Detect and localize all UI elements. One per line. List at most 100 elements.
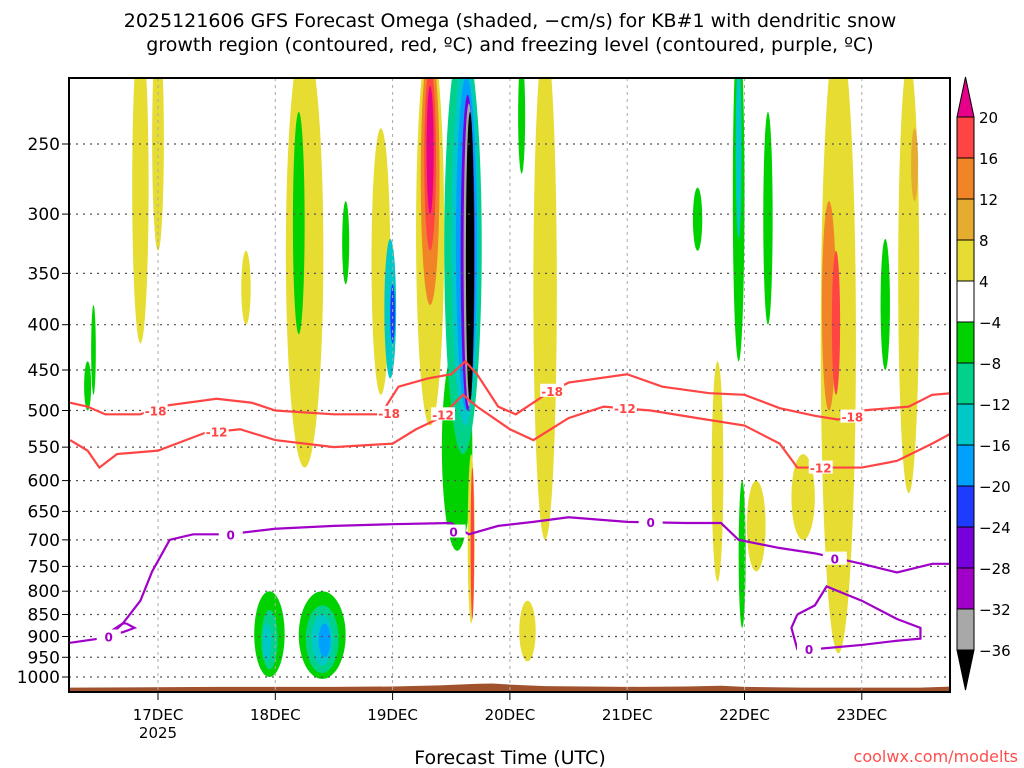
contour-label: 0 xyxy=(227,528,235,542)
omega-region xyxy=(152,78,164,251)
contour-label: -12 xyxy=(614,402,636,416)
contour-label: -12 xyxy=(206,425,228,439)
x-tick-label: 19DEC xyxy=(367,706,418,724)
y-tick-label: 850 xyxy=(28,606,60,626)
omega-region xyxy=(426,86,434,215)
x-tick-sublabel: 2025 xyxy=(139,724,177,742)
y-tick-label: 650 xyxy=(28,502,60,522)
contour-label: 0 xyxy=(105,630,113,644)
colorbar-label: 20 xyxy=(979,109,998,127)
omega-region xyxy=(763,111,773,325)
y-tick-label: 400 xyxy=(28,316,60,336)
omega-region xyxy=(84,361,92,411)
omega-region xyxy=(470,467,475,620)
contour-label: -12 xyxy=(810,462,832,476)
y-tick-label: 750 xyxy=(28,557,60,577)
omega-region xyxy=(880,238,890,370)
contour-label: 0 xyxy=(646,516,654,530)
contour-line xyxy=(69,393,950,470)
y-tick-label: 800 xyxy=(28,582,60,602)
y-tick-label: 950 xyxy=(28,648,60,668)
contour-line xyxy=(790,584,922,651)
colorbar-label: −36 xyxy=(979,642,1011,660)
omega-region xyxy=(898,78,920,494)
colorbar-label: −8 xyxy=(979,355,1001,373)
colorbar-box xyxy=(956,608,975,651)
omega-region xyxy=(692,187,703,251)
chart-title-line-2: growth region (contoured, red, ºC) and f… xyxy=(146,34,873,56)
omega-cross-section-chart: 2025121606 GFS Forecast Omega (shaded, −… xyxy=(17,10,1018,768)
colorbar-box xyxy=(956,403,975,446)
colorbar-box xyxy=(956,485,975,528)
x-tick-label: 17DEC xyxy=(133,706,184,724)
colorbar-label: 4 xyxy=(979,273,989,291)
colorbar-box xyxy=(956,444,975,487)
x-axis-label: Forecast Time (UTC) xyxy=(414,747,605,768)
omega-region xyxy=(390,284,395,344)
omega-region xyxy=(285,78,324,468)
y-tick-label: 550 xyxy=(28,438,60,458)
colorbar-label: −4 xyxy=(979,314,1001,332)
colorbar-box xyxy=(956,239,975,282)
contour-label: 0 xyxy=(449,526,457,540)
x-tick-label: 18DEC xyxy=(250,706,301,724)
colorbar-box xyxy=(956,157,975,200)
x-tick-label: 21DEC xyxy=(602,706,653,724)
y-tick-label: 300 xyxy=(28,205,60,225)
colorbar-label: −20 xyxy=(979,478,1011,496)
x-tick-label: 20DEC xyxy=(485,706,536,724)
omega-region xyxy=(831,250,841,395)
colorbar-label: 16 xyxy=(979,150,998,168)
y-tick-label: 350 xyxy=(28,264,60,284)
colorbar-box xyxy=(956,321,975,364)
colorbar-box xyxy=(956,362,975,405)
y-tick-label: 1000 xyxy=(17,668,60,688)
omega-region xyxy=(533,78,557,540)
colorbar-under-triangle xyxy=(956,649,975,691)
colorbar-over-triangle xyxy=(956,76,975,118)
contour-label: -12 xyxy=(432,408,454,422)
y-tick-label: 450 xyxy=(28,361,60,381)
colorbar-label: −24 xyxy=(979,519,1011,537)
omega-region xyxy=(518,78,526,174)
omega-region xyxy=(735,78,742,239)
credit-link[interactable]: coolwx.com/modelts xyxy=(854,747,1018,766)
x-axis-ticks: 17DEC2025 18DEC 19DEC 20DEC 21DEC 22DEC 23DEC xyxy=(133,692,887,742)
contour-lines: -18 -12 -18 -12 -18 -12 -18 -12 0 0 0 0 0 0 xyxy=(69,359,950,657)
contour-line xyxy=(69,516,950,644)
chart-title-line-1: 2025121606 GFS Forecast Omega (shaded, −… xyxy=(124,10,897,32)
colorbar-label: −32 xyxy=(979,601,1011,619)
colorbar-box xyxy=(956,198,975,241)
omega-region xyxy=(262,623,272,662)
contour-label: -18 xyxy=(541,385,563,399)
omega-region xyxy=(132,78,149,344)
x-tick-label: 22DEC xyxy=(719,706,770,724)
omega-region xyxy=(91,304,96,395)
y-tick-label: 600 xyxy=(28,472,60,492)
colorbar-box xyxy=(956,567,975,610)
contour-label: 0 xyxy=(805,643,813,657)
colorbar-label: −16 xyxy=(979,437,1011,455)
contour-label: 0 xyxy=(831,553,839,567)
colorbar-label: −12 xyxy=(979,396,1011,414)
omega-region xyxy=(241,250,251,325)
y-tick-label: 900 xyxy=(28,627,60,647)
contour-label: -18 xyxy=(842,411,864,425)
colorbar-box xyxy=(956,116,975,159)
y-tick-label: 500 xyxy=(28,402,60,422)
omega-region xyxy=(911,128,919,202)
colorbar-box xyxy=(956,526,975,569)
colorbar: 20 16 12 8 4 −4 −8 −12 −16 −20 −24 −28 −32 −36 xyxy=(956,76,1011,691)
y-tick-label: 250 xyxy=(28,135,60,155)
x-tick-label: 23DEC xyxy=(837,706,888,724)
omega-region xyxy=(465,111,475,403)
omega-shading xyxy=(84,78,920,679)
omega-region xyxy=(746,480,766,572)
y-axis-ticks: 2503003504004505005506006507007508008509… xyxy=(17,135,69,688)
contour-label: -18 xyxy=(145,405,167,419)
omega-region xyxy=(292,111,305,335)
colorbar-label: −28 xyxy=(979,560,1011,578)
colorbar-label: 12 xyxy=(979,191,998,209)
colorbar-box xyxy=(956,280,975,323)
omega-region xyxy=(318,623,331,658)
